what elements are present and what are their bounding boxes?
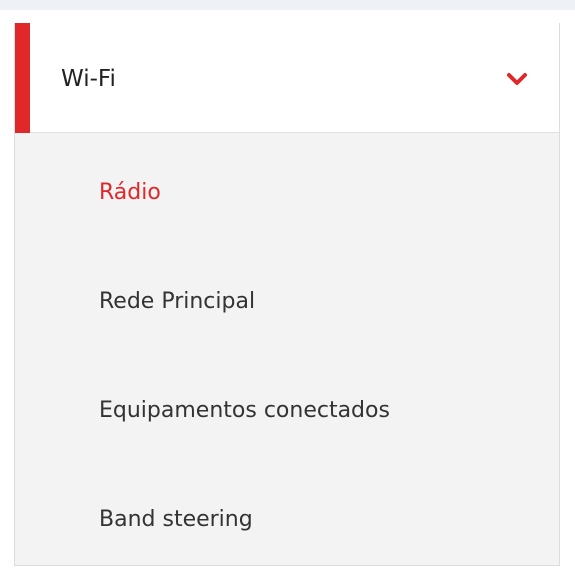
page: Wi-Fi Rádio Rede Principal Equipamentos … — [0, 0, 575, 570]
menu-item-rede-principal[interactable]: Rede Principal — [99, 288, 255, 316]
chevron-down-icon[interactable] — [507, 69, 527, 89]
active-accent-bar — [15, 23, 30, 133]
wifi-menu-header[interactable]: Wi-Fi — [15, 23, 559, 133]
menu-item-equipamentos-conectados[interactable]: Equipamentos conectados — [99, 397, 390, 425]
wifi-menu-panel: Wi-Fi Rádio Rede Principal Equipamentos … — [14, 23, 560, 566]
wifi-menu-title: Wi-Fi — [61, 66, 116, 92]
menu-item-band-steering[interactable]: Band steering — [99, 506, 253, 534]
top-strip — [0, 0, 575, 10]
menu-item-radio[interactable]: Rádio — [99, 179, 161, 207]
